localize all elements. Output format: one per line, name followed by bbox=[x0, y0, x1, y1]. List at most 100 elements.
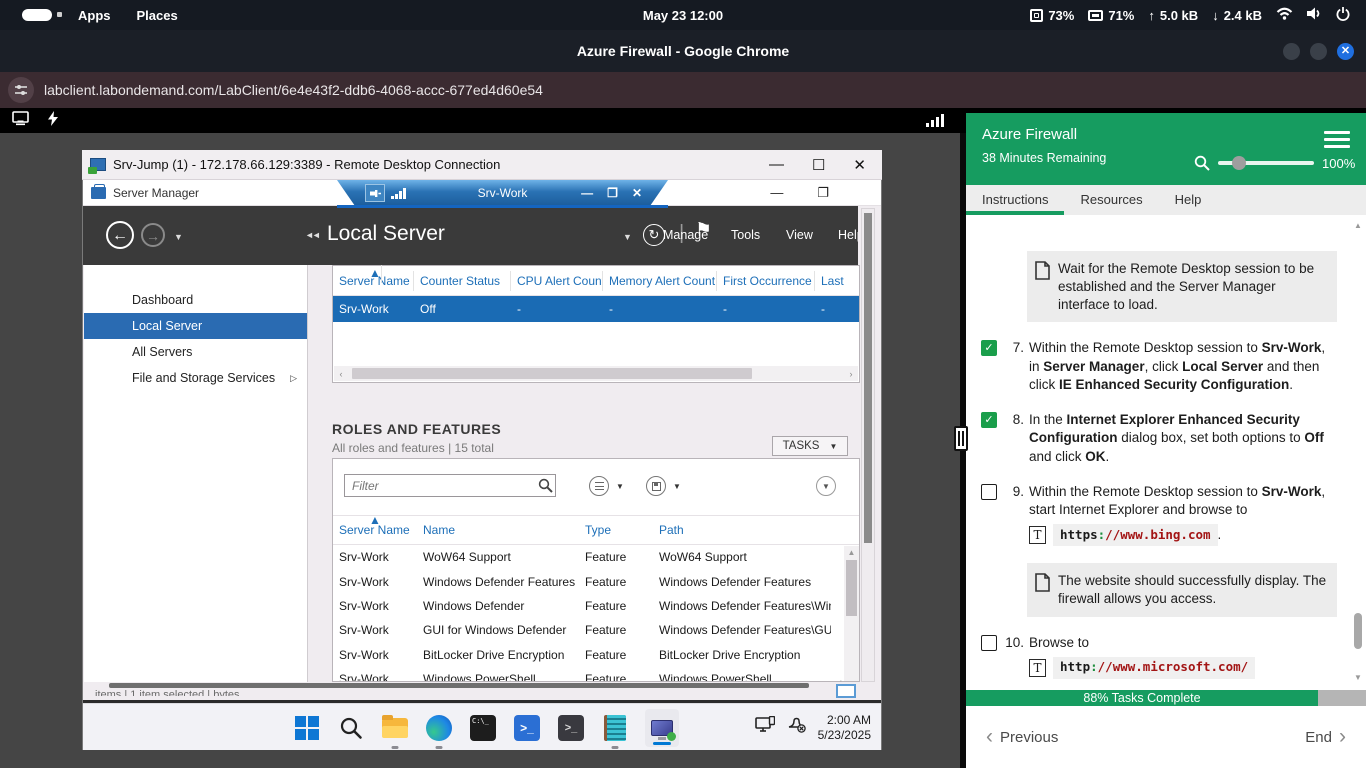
taskbar-file-explorer[interactable] bbox=[381, 714, 409, 742]
scroll-left-icon[interactable]: ‹ bbox=[334, 369, 348, 379]
sidebar-item-all-servers[interactable]: All Servers bbox=[84, 339, 307, 365]
taskbar-edge[interactable] bbox=[425, 714, 453, 742]
nav-history-caret-icon[interactable]: ▼ bbox=[174, 232, 183, 242]
places-menu[interactable]: Places bbox=[137, 8, 178, 23]
code-chip[interactable]: https://www.bing.com bbox=[1053, 524, 1218, 546]
rdp-close-button[interactable]: ✕ bbox=[853, 156, 866, 174]
wifi-icon[interactable] bbox=[1276, 7, 1293, 23]
menu-tools[interactable]: Tools bbox=[731, 228, 760, 242]
window-close-button[interactable]: ✕ bbox=[1337, 43, 1354, 60]
events-horizontal-scrollbar[interactable]: ‹ › bbox=[334, 366, 858, 381]
step-checkbox-checked[interactable]: ✓ bbox=[981, 412, 997, 428]
save-query-caret-icon[interactable]: ▼ bbox=[673, 482, 681, 491]
code-chip[interactable]: http://www.microsoft.com/ bbox=[1053, 657, 1255, 679]
page-title: Local Server bbox=[327, 222, 445, 246]
save-query-button[interactable] bbox=[646, 476, 666, 496]
type-text-icon[interactable]: T bbox=[1029, 659, 1046, 677]
chrome-urlbar[interactable]: labclient.labondemand.com/LabClient/6e4e… bbox=[0, 72, 1366, 108]
previous-button[interactable]: ‹ Previous bbox=[986, 725, 1058, 749]
rdp-maximize-button[interactable]: ☐ bbox=[812, 156, 825, 174]
menu-manage[interactable]: Manage bbox=[663, 228, 708, 242]
sidebar-item-local-server[interactable]: Local Server bbox=[84, 313, 307, 339]
scroll-down-icon[interactable]: ▼ bbox=[1352, 673, 1364, 682]
step-checkbox-unchecked[interactable] bbox=[981, 484, 997, 500]
events-table-row-selected[interactable]: Srv-Work Off - - - - bbox=[333, 296, 859, 322]
menu-view[interactable]: View bbox=[786, 228, 813, 242]
scroll-up-icon[interactable]: ▲ bbox=[1352, 221, 1364, 230]
roles-table-row[interactable]: Srv-WorkGUI for Windows DefenderFeatureW… bbox=[333, 618, 859, 642]
status-bar-clipped: items | 1 item selected | bytes bbox=[95, 689, 425, 696]
sidebar-item-file-storage[interactable]: File and Storage Services ▷ bbox=[84, 365, 307, 391]
rdpbar-minimize-button[interactable]: — bbox=[581, 186, 593, 200]
focused-control-outline[interactable] bbox=[836, 684, 856, 698]
power-actions-icon[interactable] bbox=[47, 111, 59, 131]
tab-resources[interactable]: Resources bbox=[1064, 185, 1158, 215]
rdpbar-restore-button[interactable]: ❐ bbox=[607, 186, 618, 200]
tab-help[interactable]: Help bbox=[1159, 185, 1218, 215]
search-icon[interactable] bbox=[538, 478, 553, 498]
tray-mute-icon[interactable] bbox=[787, 717, 806, 738]
menu-help[interactable]: Help bbox=[838, 228, 858, 242]
taskbar-server-manager[interactable] bbox=[601, 714, 629, 742]
scrollbar-thumb[interactable] bbox=[1354, 613, 1362, 649]
tray-display-icon[interactable] bbox=[755, 716, 775, 739]
collapse-panel-button[interactable]: ▼ bbox=[816, 476, 836, 496]
power-icon[interactable] bbox=[1336, 7, 1350, 24]
rdpbar-close-button[interactable]: ✕ bbox=[632, 186, 642, 200]
taskbar-remote-desktop-active[interactable] bbox=[645, 709, 679, 747]
roles-table-row[interactable]: Srv-WorkWindows Defender FeaturesFeature… bbox=[333, 569, 859, 593]
panel-splitter-handle[interactable] bbox=[954, 426, 968, 451]
rdp-connection-bar[interactable]: Srv-Work — ❐ ✕ bbox=[337, 180, 668, 206]
rdp-titlebar[interactable]: Srv-Jump (1) - 172.178.66.129:3389 - Rem… bbox=[82, 150, 882, 180]
filter-input[interactable] bbox=[344, 474, 556, 497]
window-minimize-button[interactable] bbox=[1283, 43, 1300, 60]
scroll-up-icon[interactable]: ▲ bbox=[844, 548, 859, 557]
roles-table-row[interactable]: Srv-WorkWoW64 SupportFeatureWoW64 Suppor… bbox=[333, 545, 859, 569]
taskbar-powershell[interactable]: >_ bbox=[513, 714, 541, 742]
zoom-slider[interactable] bbox=[1218, 161, 1314, 165]
roles-table-row[interactable]: Srv-WorkWindows DefenderFeatureWindows D… bbox=[333, 594, 859, 618]
sm-restore-button[interactable]: ❐ bbox=[817, 185, 829, 201]
roles-vertical-scrollbar[interactable]: ▲ bbox=[844, 546, 859, 681]
step-checkbox-unchecked[interactable] bbox=[981, 635, 997, 651]
taskbar-cmd[interactable]: C:\_ bbox=[469, 714, 497, 742]
folder-icon bbox=[382, 718, 408, 738]
tasks-menu-button[interactable]: TASKS ▼ bbox=[772, 436, 848, 456]
panel-scrollbar[interactable]: ▲ ▼ bbox=[1352, 217, 1364, 688]
taskbar-clock[interactable]: 2:00 AM 5/23/2025 bbox=[818, 713, 871, 743]
end-button[interactable]: End › bbox=[1305, 725, 1346, 749]
sidebar-item-dashboard[interactable]: Dashboard bbox=[84, 287, 307, 313]
sm-vertical-scrollbar[interactable] bbox=[861, 208, 875, 682]
zoom-slider-knob[interactable] bbox=[1232, 156, 1246, 170]
volume-icon[interactable] bbox=[1307, 7, 1322, 23]
step-checkbox-checked[interactable]: ✓ bbox=[981, 340, 997, 356]
sm-minimize-button[interactable]: — bbox=[770, 185, 783, 201]
remote-desktop-icon bbox=[651, 720, 673, 736]
roles-table-header[interactable]: ▲ Server Name Name Type Path bbox=[333, 515, 859, 545]
events-table-header[interactable]: ▲ Server Name Counter Status CPU Alert C… bbox=[333, 266, 859, 296]
tab-instructions[interactable]: Instructions bbox=[966, 185, 1064, 215]
refresh-icon[interactable]: ↻ bbox=[643, 224, 665, 246]
expand-chevron-icon[interactable]: ▷ bbox=[290, 373, 297, 384]
scroll-right-icon[interactable]: › bbox=[844, 369, 858, 379]
url-text[interactable]: labclient.labondemand.com/LabClient/6e4e… bbox=[44, 82, 543, 98]
filter-saved-queries-button[interactable] bbox=[589, 476, 609, 496]
window-maximize-button[interactable] bbox=[1310, 43, 1327, 60]
type-text-icon[interactable]: T bbox=[1029, 526, 1046, 544]
rdp-minimize-button[interactable]: — bbox=[769, 156, 784, 174]
roles-table-row[interactable]: Srv-WorkWindows PowerShellFeatureWindows… bbox=[333, 667, 859, 682]
roles-table-row[interactable]: Srv-WorkBitLocker Drive EncryptionFeatur… bbox=[333, 643, 859, 667]
menu-icon[interactable] bbox=[1324, 131, 1350, 152]
taskbar-terminal[interactable]: >_ bbox=[557, 714, 585, 742]
pin-icon[interactable] bbox=[365, 184, 385, 202]
start-button[interactable] bbox=[293, 714, 321, 742]
site-settings-icon[interactable] bbox=[8, 77, 34, 103]
machine-monitor-icon[interactable] bbox=[12, 111, 29, 131]
back-button[interactable]: ← bbox=[106, 221, 134, 249]
taskbar-search[interactable] bbox=[337, 714, 365, 742]
distro-logo-icon[interactable] bbox=[22, 9, 52, 21]
breadcrumb-caret-icon[interactable]: ▼ bbox=[623, 232, 632, 242]
apps-menu[interactable]: Apps bbox=[78, 8, 111, 23]
forward-button[interactable]: → bbox=[141, 223, 165, 247]
saved-queries-caret-icon[interactable]: ▼ bbox=[616, 482, 624, 491]
